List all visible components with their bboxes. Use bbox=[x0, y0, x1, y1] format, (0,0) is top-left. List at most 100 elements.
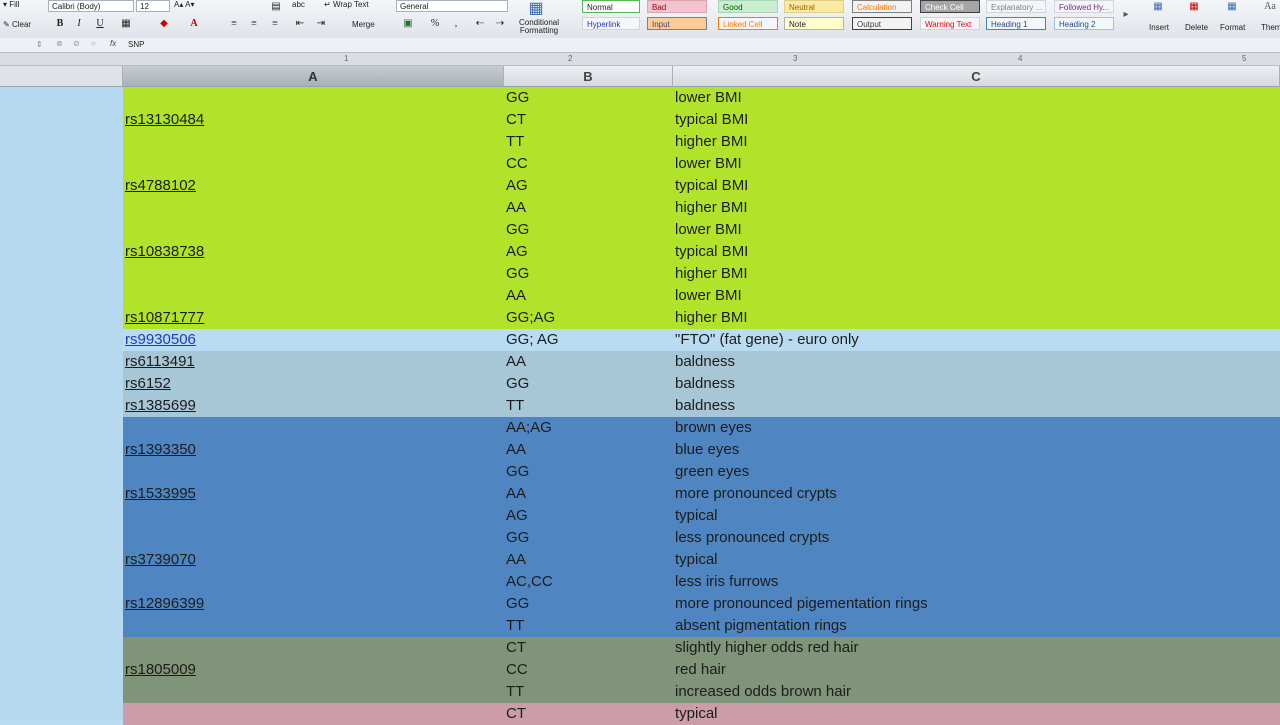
snp-cell[interactable]: rs10871777 bbox=[125, 307, 204, 329]
conditional-formatting-label[interactable]: Conditional Formatting bbox=[517, 19, 561, 35]
increase-decimal-icon[interactable]: ⇢ bbox=[492, 17, 508, 31]
trait-cell[interactable]: slightly higher odds red hair bbox=[675, 637, 858, 659]
snp-cell[interactable]: rs1533995 bbox=[125, 483, 196, 505]
genotype-cell[interactable]: AA bbox=[506, 439, 526, 461]
genotype-cell[interactable]: GG bbox=[506, 87, 529, 109]
genotype-cell[interactable]: GG bbox=[506, 527, 529, 549]
trait-cell[interactable]: baldness bbox=[675, 373, 735, 395]
fill-button[interactable]: ▾ Fill bbox=[3, 0, 19, 9]
style-linked-cell[interactable]: Linked Cell bbox=[718, 17, 778, 30]
column-header-c[interactable]: C bbox=[673, 66, 1280, 87]
trait-cell[interactable]: higher BMI bbox=[675, 263, 748, 285]
decrease-decimal-icon[interactable]: ⇠ bbox=[472, 17, 488, 31]
genotype-cell[interactable]: CC bbox=[506, 659, 528, 681]
style-heading-1[interactable]: Heading 1 bbox=[986, 17, 1046, 30]
wrap-text-button[interactable]: ↵ Wrap Text bbox=[324, 0, 369, 9]
column-header-b[interactable]: B bbox=[504, 66, 673, 87]
snp-cell[interactable]: rs9930506 bbox=[125, 329, 196, 351]
font-color-icon[interactable]: A bbox=[186, 17, 202, 31]
trait-cell[interactable]: higher BMI bbox=[675, 131, 748, 153]
merge-button[interactable]: Merge bbox=[352, 20, 375, 29]
trait-cell[interactable]: less pronounced crypts bbox=[675, 527, 829, 549]
align-center-icon[interactable]: ≡ bbox=[246, 17, 262, 31]
genotype-cell[interactable]: CT bbox=[506, 109, 526, 131]
trait-cell[interactable]: typical BMI bbox=[675, 241, 748, 263]
trait-cell[interactable]: typical bbox=[675, 703, 718, 725]
style-input[interactable]: Input bbox=[647, 17, 707, 30]
genotype-cell[interactable]: GG bbox=[506, 219, 529, 241]
snp-cell[interactable]: rs10838738 bbox=[125, 241, 204, 263]
snp-cell[interactable]: rs3739070 bbox=[125, 549, 196, 571]
name-box-arrow-icon[interactable]: ⇕ bbox=[36, 40, 43, 49]
genotype-cell[interactable]: AC,CC bbox=[506, 571, 553, 593]
trait-cell[interactable]: blue eyes bbox=[675, 439, 739, 461]
trait-cell[interactable]: brown eyes bbox=[675, 417, 752, 439]
indent-increase-icon[interactable]: ⇥ bbox=[313, 17, 329, 31]
genotype-cell[interactable]: GG; AG bbox=[506, 329, 559, 351]
genotype-cell[interactable]: CT bbox=[506, 637, 526, 659]
genotype-cell[interactable]: GG bbox=[506, 593, 529, 615]
trait-cell[interactable]: more pronounced pigementation rings bbox=[675, 593, 928, 615]
genotype-cell[interactable]: TT bbox=[506, 615, 524, 637]
style-output[interactable]: Output bbox=[852, 17, 912, 30]
style-bad[interactable]: Bad bbox=[647, 0, 707, 13]
genotype-cell[interactable]: AA bbox=[506, 549, 526, 571]
trait-cell[interactable]: red hair bbox=[675, 659, 726, 681]
style-check-cell[interactable]: Check Cell bbox=[920, 0, 980, 13]
style-good[interactable]: Good bbox=[718, 0, 778, 13]
themes-button[interactable]: Them bbox=[1261, 23, 1280, 32]
comma-button[interactable]: , bbox=[448, 17, 464, 31]
trait-cell[interactable]: higher BMI bbox=[675, 307, 748, 329]
genotype-cell[interactable]: GG bbox=[506, 461, 529, 483]
style-explanatory[interactable]: Explanatory ... bbox=[986, 0, 1046, 13]
align-right-icon[interactable]: ≡ bbox=[267, 17, 283, 31]
style-warning-text[interactable]: Warning Text bbox=[920, 17, 980, 30]
align-left-icon[interactable]: ≡ bbox=[226, 17, 242, 31]
indent-decrease-icon[interactable]: ⇤ bbox=[292, 17, 308, 31]
trait-cell[interactable]: less iris furrows bbox=[675, 571, 778, 593]
number-format-select[interactable]: General bbox=[396, 0, 508, 12]
genotype-cell[interactable]: AA bbox=[506, 285, 526, 307]
fill-color-icon[interactable]: ◆ bbox=[156, 17, 172, 31]
trait-cell[interactable]: lower BMI bbox=[675, 87, 742, 109]
themes-icon[interactable]: Aa bbox=[1262, 0, 1278, 14]
style-heading-2[interactable]: Heading 2 bbox=[1054, 17, 1114, 30]
trait-cell[interactable]: higher BMI bbox=[675, 197, 748, 219]
genotype-cell[interactable]: TT bbox=[506, 395, 524, 417]
underline-button[interactable]: U bbox=[92, 17, 108, 31]
genotype-cell[interactable]: AA bbox=[506, 351, 526, 373]
delete-icon[interactable]: ▦ bbox=[1186, 0, 1202, 14]
trait-cell[interactable]: typical BMI bbox=[675, 109, 748, 131]
select-all-corner[interactable] bbox=[0, 66, 123, 87]
trait-cell[interactable]: increased odds brown hair bbox=[675, 681, 851, 703]
borders-icon[interactable]: ▦ bbox=[118, 17, 134, 31]
bold-button[interactable]: B bbox=[52, 17, 68, 31]
snp-cell[interactable]: rs13130484 bbox=[125, 109, 204, 131]
formula-input[interactable]: SNP bbox=[128, 40, 144, 49]
trait-cell[interactable]: more pronounced crypts bbox=[675, 483, 837, 505]
insert-button[interactable]: Insert bbox=[1149, 23, 1169, 32]
genotype-cell[interactable]: CT bbox=[506, 703, 526, 725]
genotype-cell[interactable]: GG bbox=[506, 373, 529, 395]
trait-cell[interactable]: lower BMI bbox=[675, 219, 742, 241]
snp-cell[interactable]: rs4788102 bbox=[125, 175, 196, 197]
trait-cell[interactable]: "FTO" (fat gene) - euro only bbox=[675, 329, 859, 351]
conditional-formatting-icon[interactable]: ▦ bbox=[528, 1, 544, 17]
style-neutral[interactable]: Neutral bbox=[784, 0, 844, 13]
trait-cell[interactable]: lower BMI bbox=[675, 153, 742, 175]
font-name-select[interactable]: Calibri (Body) bbox=[48, 0, 134, 12]
function-button[interactable]: fx bbox=[110, 39, 116, 48]
snp-cell[interactable]: rs1385699 bbox=[125, 395, 196, 417]
confirm-formula-icon[interactable]: ⊘ bbox=[73, 39, 80, 48]
column-header-a[interactable]: A bbox=[123, 66, 504, 87]
align-middle-icon[interactable]: ▤ bbox=[268, 0, 284, 14]
clear-button[interactable]: ✎ Clear bbox=[3, 20, 31, 29]
trait-cell[interactable]: green eyes bbox=[675, 461, 749, 483]
cancel-formula-icon[interactable]: ⊗ bbox=[56, 39, 63, 48]
snp-cell[interactable]: rs1805009 bbox=[125, 659, 196, 681]
styles-scroll-arrow-icon[interactable]: ▸ bbox=[1118, 8, 1134, 22]
trait-cell[interactable]: baldness bbox=[675, 395, 735, 417]
format-icon[interactable]: ▦ bbox=[1224, 0, 1240, 14]
genotype-cell[interactable]: AG bbox=[506, 505, 528, 527]
orientation-button[interactable]: abc bbox=[292, 0, 305, 9]
